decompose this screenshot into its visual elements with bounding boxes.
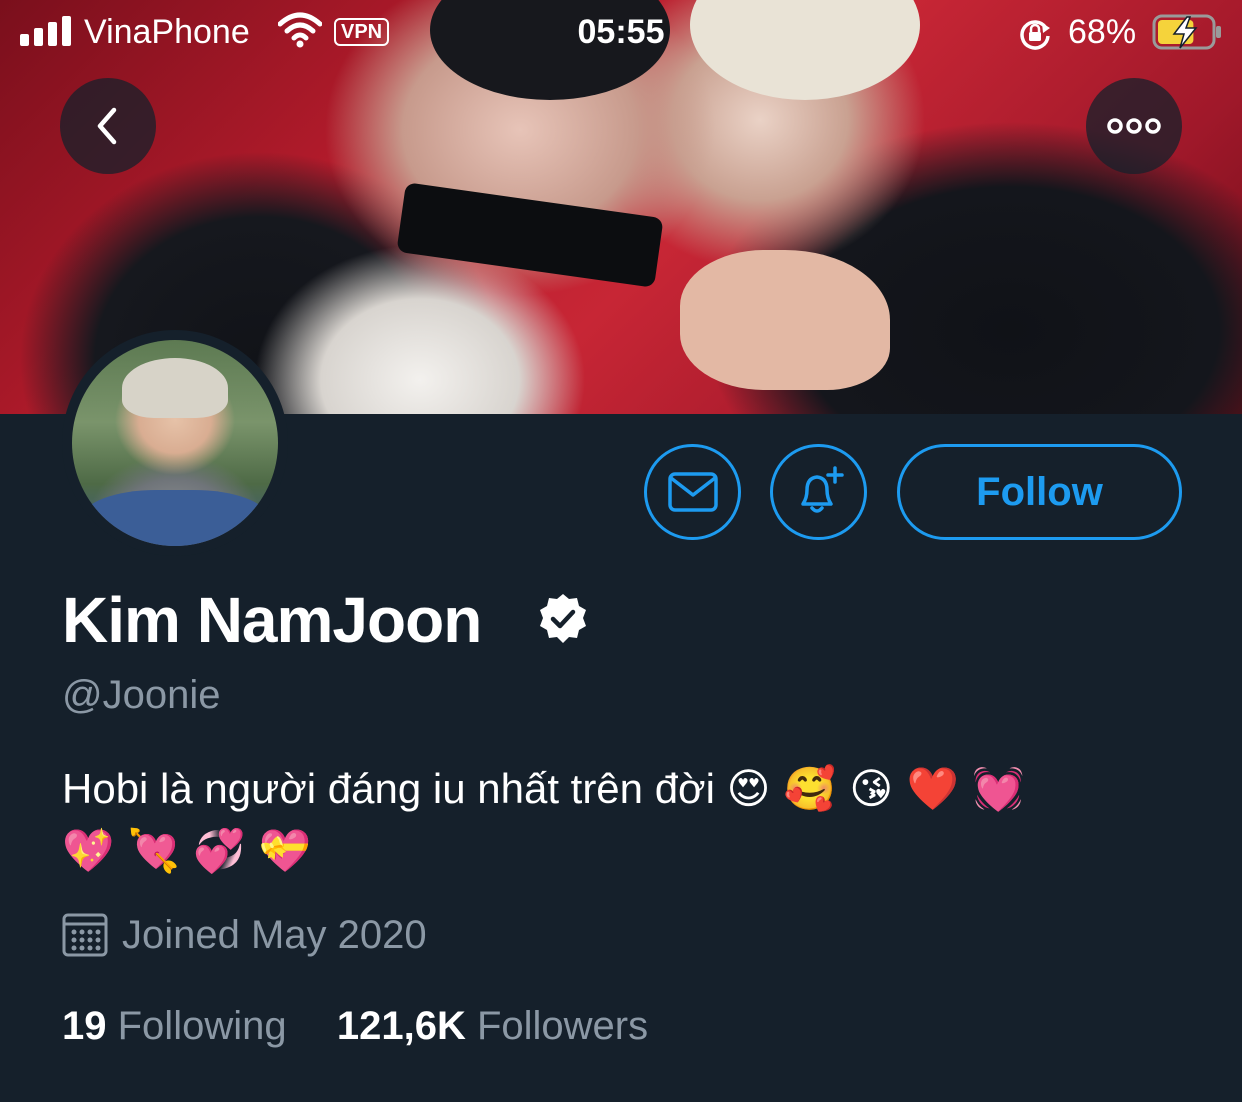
bio-line-1: Hobi là người đáng iu nhất trên đời 😍 🥰 … — [62, 762, 1024, 816]
battery-percent: 68% — [1068, 13, 1137, 51]
more-dots-icon — [1107, 118, 1161, 134]
following-count: 19 — [62, 1004, 107, 1048]
avatar[interactable] — [62, 330, 288, 556]
display-name: Kim NamJoon — [62, 584, 482, 656]
bio-text: Hobi là người đáng iu nhất trên đời — [62, 765, 715, 812]
message-button[interactable] — [644, 444, 741, 540]
user-handle: @Joonie — [62, 673, 221, 717]
status-time: 05:55 — [577, 13, 665, 51]
followers-count: 121,6K — [336, 1004, 466, 1048]
verified-badge-icon — [540, 594, 586, 643]
banner-figure-hand — [680, 250, 890, 390]
envelope-icon — [667, 472, 718, 512]
followers-label: Followers — [476, 1004, 649, 1048]
bio-emoji-2: 💖 💘 💞 💝 — [62, 826, 312, 875]
orientation-lock-icon — [1020, 20, 1050, 50]
avatar-jacket — [82, 490, 268, 546]
more-options-button[interactable] — [1086, 78, 1182, 174]
followers-link[interactable]: 121,6K Followers — [337, 1004, 648, 1048]
avatar-image — [72, 340, 278, 546]
battery-charging-icon — [1152, 14, 1221, 50]
following-link[interactable]: 19 Following — [62, 1004, 298, 1048]
following-label: Following — [117, 1004, 287, 1048]
notifications-button[interactable] — [770, 444, 867, 540]
follow-stats: 19 Following 121,6K Followers — [62, 1000, 648, 1052]
chevron-left-icon — [97, 107, 117, 145]
back-button[interactable] — [60, 78, 156, 174]
follow-button[interactable]: Follow — [897, 444, 1182, 540]
avatar-hair — [122, 358, 228, 418]
bio-emoji-1: 😍 🥰 😘 ❤️ 💓 — [726, 764, 1025, 813]
banner-figure-scarf — [396, 182, 664, 288]
calendar-icon — [62, 913, 108, 957]
joined-date: Joined May 2020 — [122, 913, 427, 957]
bell-plus-icon — [800, 466, 844, 513]
